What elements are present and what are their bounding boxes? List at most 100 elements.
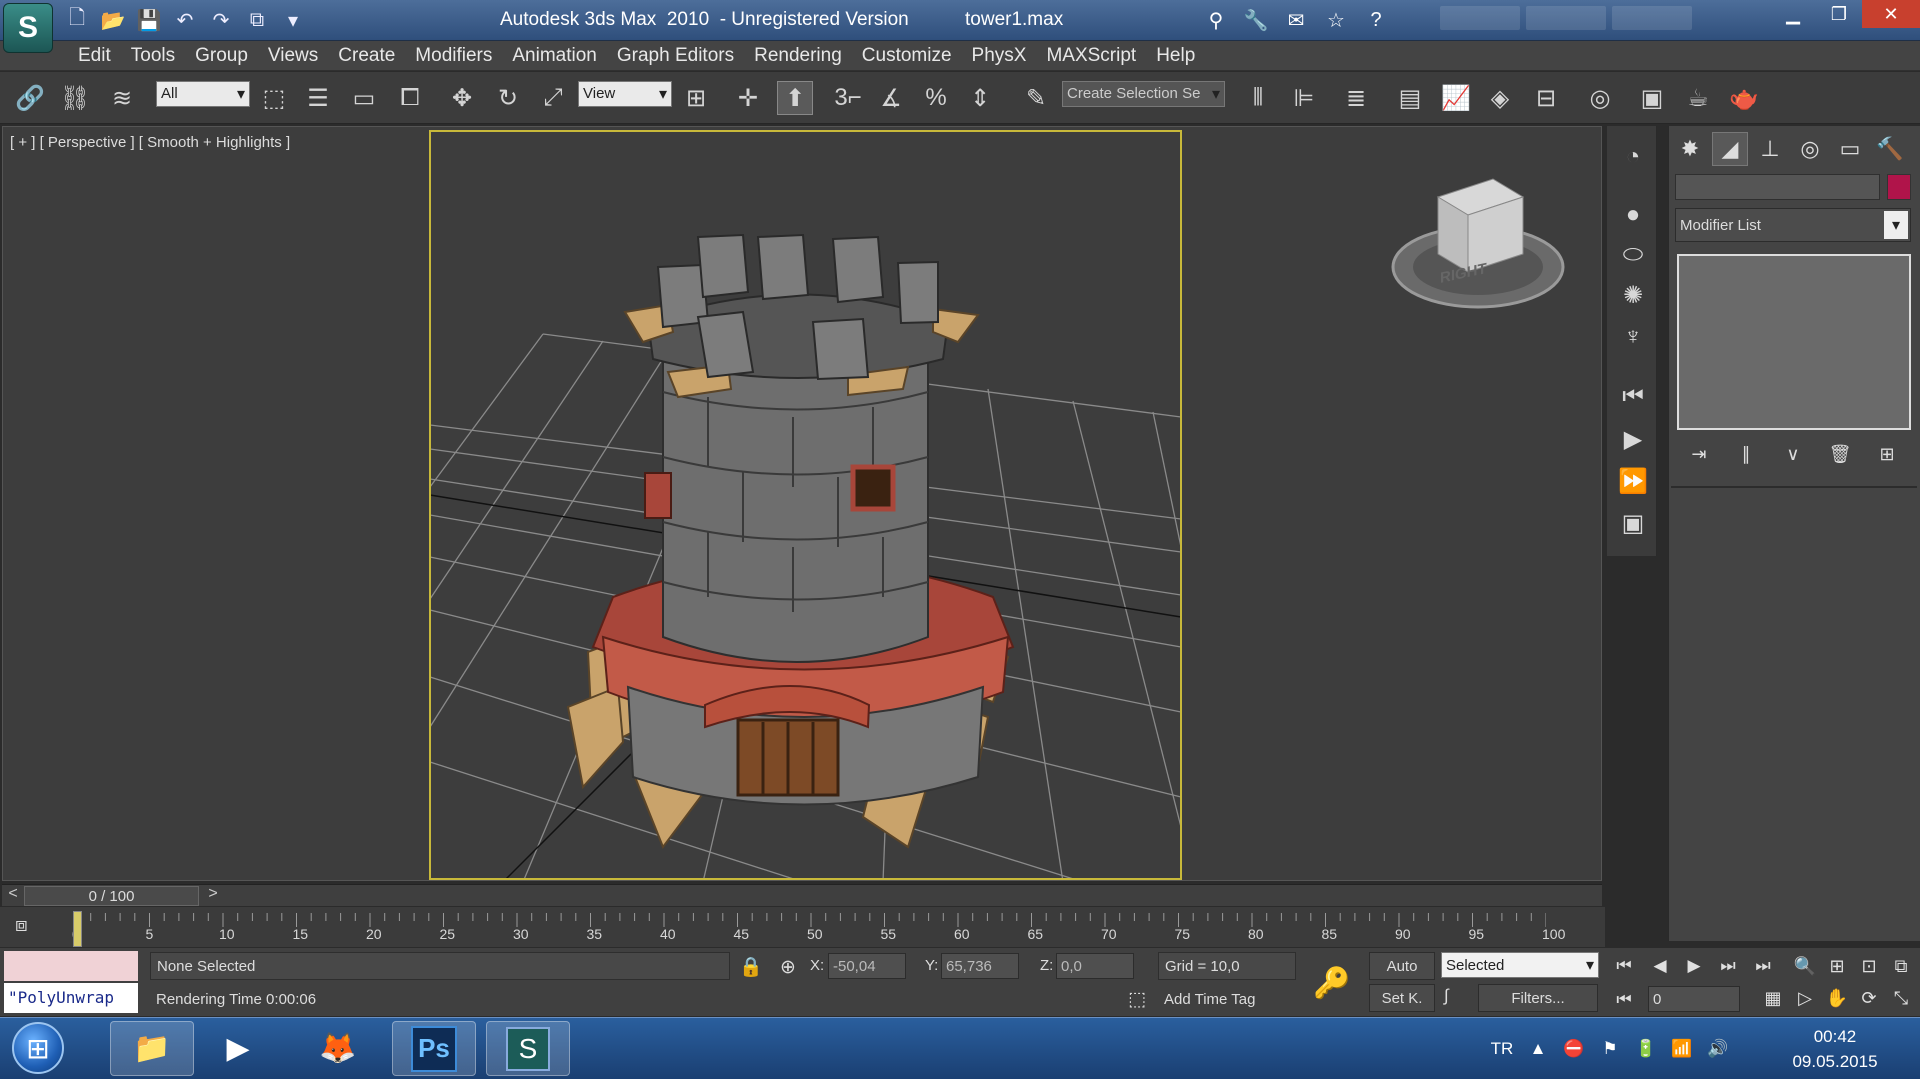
start-button[interactable]: ⊞ bbox=[12, 1022, 64, 1074]
time-configuration-icon[interactable]: ▦ bbox=[1758, 984, 1788, 1012]
select-and-rotate-icon[interactable]: ↻ bbox=[490, 81, 526, 115]
modifier-list-dropdown[interactable]: Modifier List ▾ bbox=[1675, 208, 1911, 242]
battery-icon[interactable]: 🔋 bbox=[1634, 1039, 1658, 1059]
quick-access-dropdown-icon[interactable]: ▾ bbox=[278, 6, 308, 34]
schematic-view-icon[interactable]: ◈ bbox=[1482, 81, 1518, 115]
cloth-icon[interactable]: ♆ bbox=[1615, 320, 1651, 354]
zoom-icon[interactable]: 🔍 bbox=[1790, 952, 1820, 980]
select-and-link-icon[interactable]: 🔗 bbox=[12, 81, 48, 115]
next-frame-icon[interactable]: ⏭ bbox=[1713, 952, 1743, 980]
render-production-icon[interactable]: ☕ bbox=[1680, 81, 1716, 115]
previous-frame-icon[interactable]: ◀ bbox=[1645, 952, 1675, 980]
selection-filter-dropdown[interactable]: All bbox=[156, 81, 250, 107]
project-folder-icon[interactable]: ⧉ bbox=[242, 6, 272, 34]
key-filter-dropdown[interactable]: Selected bbox=[1441, 952, 1599, 978]
maxscript-listener-output[interactable]: "PolyUnwrap bbox=[4, 983, 138, 1013]
named-selection-sets-dropdown[interactable]: Create Selection Se bbox=[1062, 81, 1225, 107]
x-coordinate-field[interactable] bbox=[828, 953, 906, 979]
lock-selection-icon[interactable]: 🔒 bbox=[738, 954, 764, 980]
maxscript-listener-input[interactable] bbox=[4, 951, 138, 981]
particle-icon[interactable]: ✺ bbox=[1615, 278, 1651, 312]
redo-icon[interactable]: ↷ bbox=[206, 6, 236, 34]
chevron-down-icon[interactable]: ▾ bbox=[1884, 211, 1908, 239]
percent-snap-icon[interactable]: % bbox=[918, 81, 954, 115]
sphere-object-icon[interactable]: ● bbox=[1615, 198, 1651, 232]
make-unique-icon[interactable]: ∨ bbox=[1777, 439, 1809, 469]
rendered-frame-window-icon[interactable]: ▣ bbox=[1634, 81, 1670, 115]
object-color-swatch[interactable] bbox=[1887, 174, 1911, 200]
menu-group[interactable]: Group bbox=[195, 45, 267, 67]
create-tab-icon[interactable]: ✸ bbox=[1672, 132, 1708, 166]
modifier-stack-list[interactable] bbox=[1677, 254, 1911, 430]
utilities-tab-icon[interactable]: 🔨 bbox=[1872, 132, 1908, 166]
taskbar-explorer-icon[interactable]: 📁 bbox=[110, 1021, 194, 1076]
restore-icon[interactable]: ❐ bbox=[1816, 0, 1862, 28]
preview-animation-icon[interactable]: ▶ bbox=[1615, 422, 1651, 456]
show-end-result-icon[interactable]: ∥ bbox=[1730, 439, 1762, 469]
current-time-marker[interactable] bbox=[73, 911, 82, 947]
zoom-extents-all-icon[interactable]: ⧉ bbox=[1886, 952, 1916, 980]
track-bar[interactable]: ⧈ 05101520253035404550556065707580859095… bbox=[0, 907, 1605, 947]
taskbar-firefox-icon[interactable]: 🦊 bbox=[296, 1021, 380, 1076]
pan-view-icon[interactable]: ✋ bbox=[1822, 984, 1852, 1012]
perspective-viewport[interactable]: [ + ] [ Perspective ] [ Smooth + Highlig… bbox=[2, 126, 1602, 881]
rectangular-selection-icon[interactable]: ▭ bbox=[346, 81, 382, 115]
curve-editor-icon[interactable]: 📈 bbox=[1438, 81, 1474, 115]
cylinder-object-icon[interactable]: ⬭ bbox=[1615, 238, 1651, 272]
menu-tools[interactable]: Tools bbox=[131, 45, 194, 67]
select-and-scale-icon[interactable]: ⤢ bbox=[535, 81, 571, 115]
configure-modifier-sets-icon[interactable]: ⊞ bbox=[1871, 439, 1903, 469]
pin-stack-icon[interactable]: ⇥ bbox=[1683, 439, 1715, 469]
select-and-move-icon[interactable]: ✥ bbox=[444, 81, 480, 115]
app-logo-button[interactable]: S bbox=[3, 3, 53, 53]
menu-rendering[interactable]: Rendering bbox=[754, 45, 861, 67]
time-slider-prev-button[interactable]: < bbox=[2, 885, 24, 907]
keyboard-shortcut-override-icon[interactable]: ⬆ bbox=[777, 81, 813, 115]
render-teapot-icon[interactable]: 🫖 bbox=[1726, 81, 1762, 115]
snaps-toggle-icon[interactable]: 3 ⌐ bbox=[830, 81, 866, 115]
communication-center-icon[interactable]: ✉ bbox=[1280, 5, 1312, 35]
close-icon[interactable]: ✕ bbox=[1862, 0, 1920, 28]
graphite-toggle-icon[interactable]: ◔ bbox=[1615, 140, 1651, 174]
network-signal-icon[interactable]: 📶 bbox=[1670, 1039, 1694, 1059]
go-to-end-icon[interactable]: ⏭ bbox=[1748, 952, 1778, 980]
favorites-star-icon[interactable]: ☆ bbox=[1320, 5, 1352, 35]
unlink-selection-icon[interactable]: ⛓ bbox=[57, 81, 93, 115]
render-setup-icon[interactable]: ◎ bbox=[1582, 81, 1618, 115]
menu-maxscript[interactable]: MAXScript bbox=[1046, 45, 1155, 67]
auto-key-button[interactable]: Auto bbox=[1369, 952, 1435, 980]
taskbar-media-player-icon[interactable]: ▶ bbox=[196, 1021, 280, 1076]
menu-create[interactable]: Create bbox=[338, 45, 414, 67]
field-of-view-icon[interactable]: ▷ bbox=[1790, 984, 1820, 1012]
align-icon[interactable]: ⊫ bbox=[1286, 81, 1322, 115]
select-object-icon[interactable]: ⬚ bbox=[256, 81, 292, 115]
menu-physx[interactable]: PhysX bbox=[972, 45, 1046, 67]
graphite-modeling-icon[interactable]: ▤ bbox=[1392, 81, 1428, 115]
select-manipulate-icon[interactable]: ✛ bbox=[730, 81, 766, 115]
window-crossing-icon[interactable]: ⧠ bbox=[392, 81, 428, 115]
viewport-label[interactable]: [ + ] [ Perspective ] [ Smooth + Highlig… bbox=[10, 134, 290, 151]
z-coordinate-field[interactable] bbox=[1056, 953, 1134, 979]
key-filters-button[interactable]: Filters... bbox=[1478, 984, 1598, 1012]
zoom-all-icon[interactable]: ⊞ bbox=[1822, 952, 1852, 980]
modify-tab-icon[interactable]: ◢ bbox=[1712, 132, 1748, 166]
output-preview-icon[interactable]: ▣ bbox=[1615, 506, 1651, 540]
angle-snap-icon[interactable]: ∡ bbox=[873, 81, 909, 115]
show-hidden-icons-icon[interactable]: ▲ bbox=[1526, 1039, 1550, 1059]
zoom-extents-icon[interactable]: ⊡ bbox=[1854, 952, 1884, 980]
bind-to-space-warp-icon[interactable]: ≋ bbox=[104, 81, 140, 115]
play-icon[interactable]: ▶ bbox=[1679, 952, 1709, 980]
remove-modifier-icon[interactable]: 🗑 bbox=[1824, 439, 1856, 469]
go-to-start-icon[interactable]: ⏮ bbox=[1609, 952, 1639, 980]
help-icon[interactable]: ? bbox=[1360, 5, 1392, 35]
orbit-icon[interactable]: ⟳ bbox=[1854, 984, 1884, 1012]
motion-tab-icon[interactable]: ◎ bbox=[1792, 132, 1828, 166]
undo-icon[interactable]: ↶ bbox=[170, 6, 200, 34]
absolute-mode-icon[interactable]: ⊕ bbox=[775, 954, 801, 980]
new-file-icon[interactable]: 🗋 bbox=[62, 6, 92, 34]
simulate-icon[interactable]: ⏩ bbox=[1615, 464, 1651, 498]
menu-modifiers[interactable]: Modifiers bbox=[415, 45, 511, 67]
open-file-icon[interactable]: 📂 bbox=[98, 6, 128, 34]
time-tag-icon[interactable]: ⬚ bbox=[1124, 986, 1150, 1012]
current-frame-field[interactable] bbox=[1648, 986, 1740, 1012]
